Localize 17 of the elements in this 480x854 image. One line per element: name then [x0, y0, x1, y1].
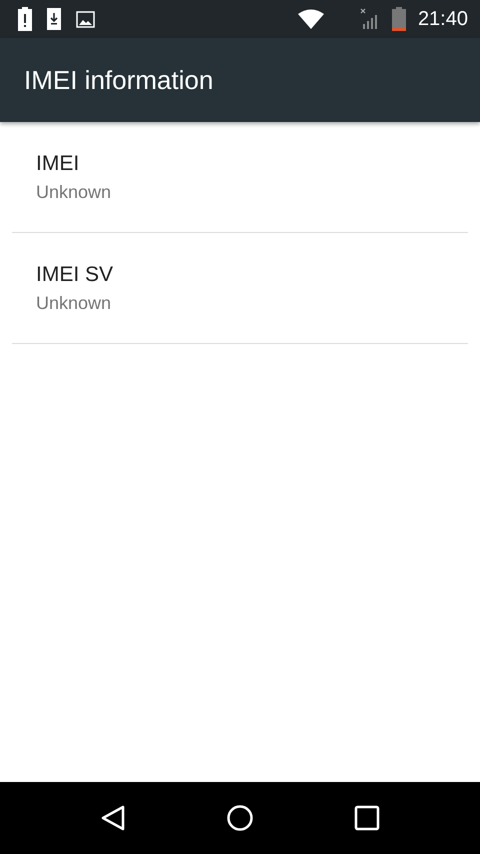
list-item[interactable]: IMEI SV Unknown [12, 233, 468, 344]
item-title: IMEI SV [36, 262, 114, 286]
wifi-icon [298, 9, 324, 29]
signal-icon [360, 8, 380, 30]
recents-icon[interactable] [354, 805, 380, 831]
back-icon[interactable] [99, 804, 128, 832]
battery-icon [392, 7, 406, 31]
list-item[interactable]: IMEI Unknown [12, 122, 468, 233]
item-title: IMEI [36, 152, 80, 176]
item-summary: Unknown [36, 182, 112, 202]
app-bar-title: IMEI information [24, 64, 214, 96]
alert-icon [18, 7, 32, 31]
image-icon [76, 10, 95, 28]
home-icon[interactable] [226, 804, 254, 832]
item-summary: Unknown [36, 292, 112, 314]
download-icon [46, 7, 62, 31]
clock: 21:40 [418, 8, 468, 30]
